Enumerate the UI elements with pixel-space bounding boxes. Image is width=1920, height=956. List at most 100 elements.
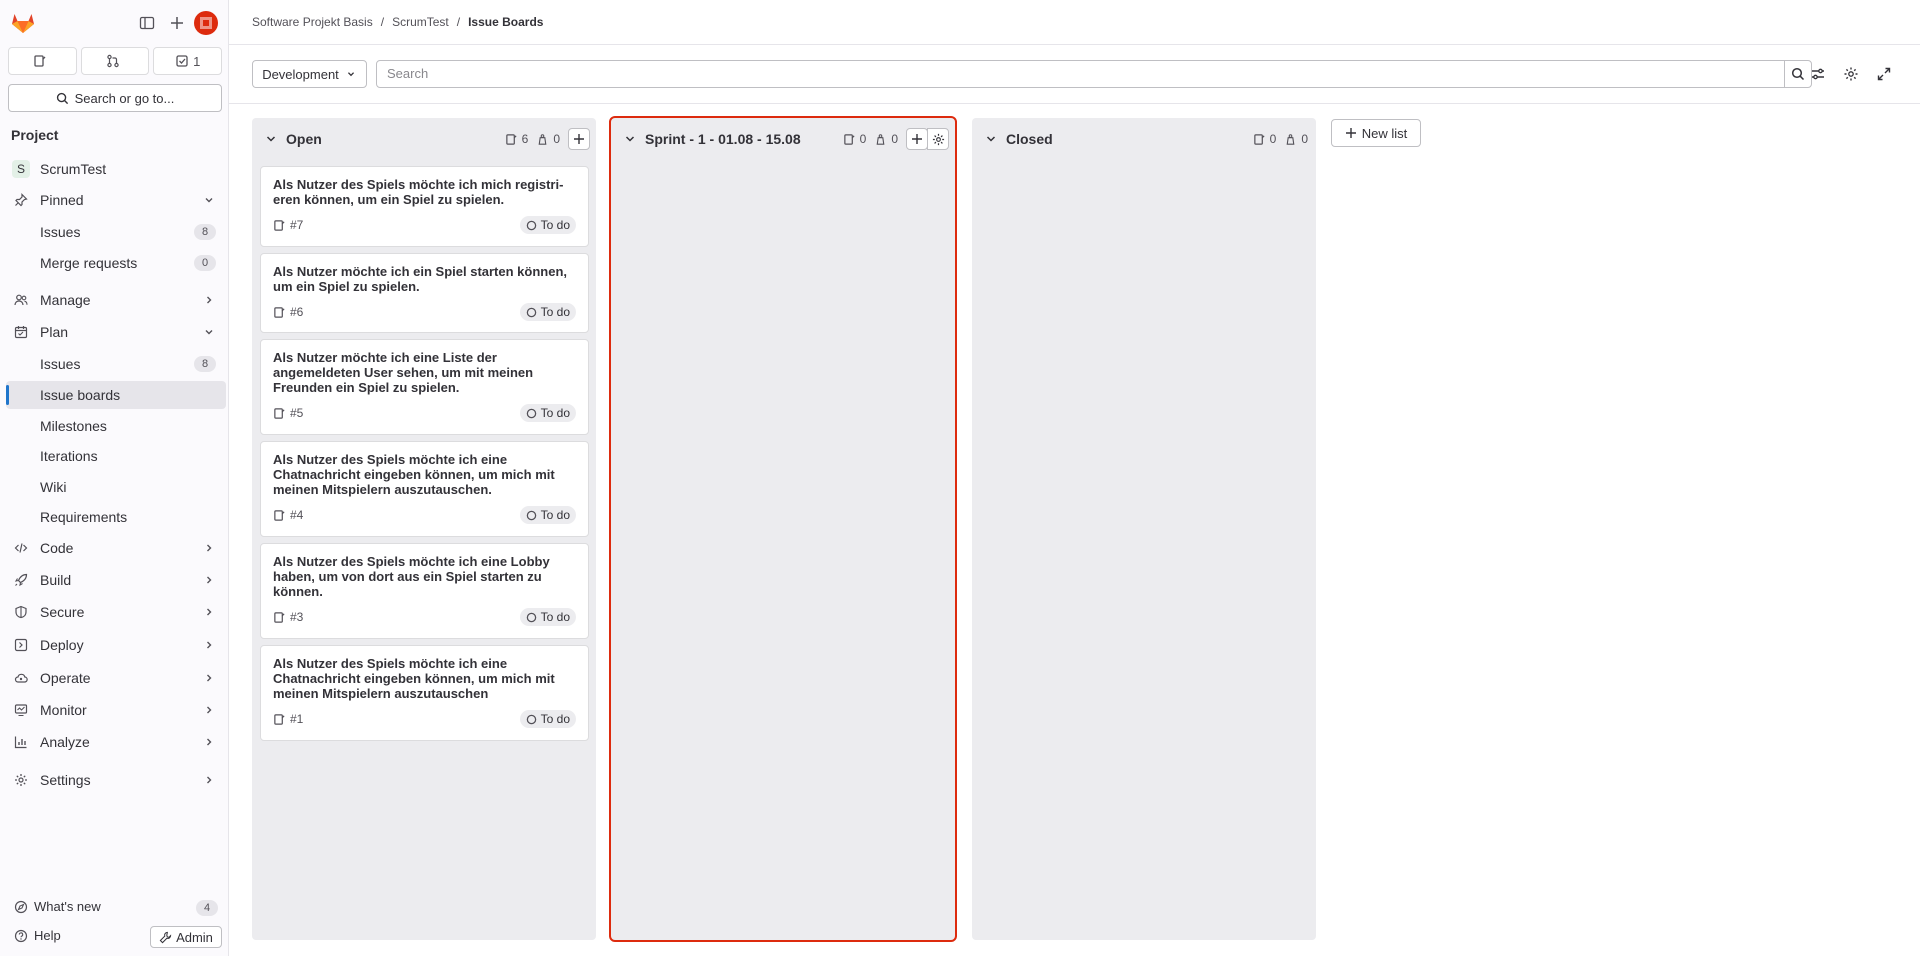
gitlab-logo-icon[interactable]	[10, 10, 36, 36]
gear-icon	[932, 133, 945, 146]
monitor-icon	[12, 701, 30, 719]
status-badge[interactable]: To do	[519, 404, 576, 422]
sidebar-item-secure[interactable]: Secure	[6, 598, 226, 626]
sidebar-item-plan[interactable]: Plan	[6, 318, 226, 346]
plus-icon	[1345, 127, 1357, 139]
user-avatar[interactable]	[194, 11, 218, 35]
issue-title[interactable]: Als Nutzer des Spiels möchte ich eine Lo…	[273, 554, 576, 599]
issue-count: 0	[843, 132, 866, 146]
plus-icon[interactable]	[166, 12, 188, 34]
admin-icon	[159, 931, 172, 944]
sidebar-item-pinned[interactable]: Pinned	[6, 186, 226, 214]
status-badge[interactable]: To do	[519, 710, 576, 728]
chevron-down-icon[interactable]	[984, 132, 998, 146]
rocket-icon	[12, 571, 30, 589]
board-list-title: Closed	[1006, 131, 1053, 147]
issue-number: #4	[290, 508, 304, 522]
sidebar-toggle-icon[interactable]	[136, 12, 158, 34]
status-badge[interactable]: To do	[519, 608, 576, 626]
issue-card[interactable]: Als Nutzer des Spiels möchte ich eine Ch…	[260, 645, 589, 741]
gear-icon	[12, 771, 30, 789]
sidebar-item-plan-issues[interactable]: Issues 8	[6, 350, 226, 378]
maximize-icon[interactable]	[1874, 64, 1894, 84]
merge-requests-tab[interactable]	[80, 47, 150, 75]
new-issue-button[interactable]	[568, 128, 590, 150]
sidebar-item-build[interactable]: Build	[6, 566, 226, 594]
sidebar-item-monitor[interactable]: Monitor	[6, 696, 226, 724]
plus-icon	[573, 133, 585, 145]
status-todo-icon	[526, 408, 537, 419]
users-icon	[12, 291, 30, 309]
sidebar-item-pinned-issues[interactable]: Issues 8	[6, 218, 226, 246]
breadcrumb-item[interactable]: ScrumTest	[392, 15, 449, 29]
new-list-button[interactable]: New list	[1331, 119, 1421, 147]
search-or-go-to-button[interactable]: Search or go to...	[8, 84, 222, 112]
breadcrumb-separator: /	[456, 15, 461, 29]
sidebar-item-milestones[interactable]: Milestones	[6, 412, 226, 440]
chevron-right-icon	[202, 638, 216, 652]
issue-card[interactable]: Als Nutzer möchte ich ein Spiel starten …	[260, 253, 589, 333]
merge-requests-count-badge: 0	[194, 255, 216, 271]
status-badge[interactable]: To do	[519, 303, 576, 321]
issue-card[interactable]: Als Nutzer des Spiels möchte ich mich re…	[260, 166, 589, 247]
project-avatar: S	[12, 160, 30, 178]
help-button[interactable]: Help	[14, 928, 61, 943]
todos-tab[interactable]: 1	[153, 47, 223, 75]
issue-title[interactable]: Als Nutzer des Spiels möchte ich mich re…	[273, 177, 576, 207]
sidebar-item-wiki[interactable]: Wiki	[6, 473, 226, 501]
list-settings-button[interactable]	[927, 128, 949, 150]
assigned-issues-tab[interactable]	[8, 47, 77, 75]
breadcrumb-current[interactable]: Issue Boards	[468, 15, 543, 29]
sidebar-item-requirements[interactable]: Requirements	[6, 503, 226, 531]
sidebar-item-project[interactable]: S ScrumTest	[6, 155, 226, 183]
status-todo-icon	[526, 510, 537, 521]
status-badge[interactable]: To do	[519, 216, 576, 234]
issue-title[interactable]: Als Nutzer des Spiels möchte ich eine Ch…	[273, 452, 576, 497]
chevron-right-icon	[202, 605, 216, 619]
whats-new-button[interactable]: What's new	[14, 899, 101, 914]
sidebar-item-iterations[interactable]: Iterations	[6, 442, 226, 470]
board-list-open: Open 6 0 Als Nutzer des Spiels möchte ic…	[252, 118, 596, 940]
board-list-header: Open 6 0	[252, 118, 596, 160]
chevron-right-icon	[202, 541, 216, 555]
issue-number: #7	[290, 218, 304, 232]
header-divider	[229, 44, 1920, 45]
issue-card[interactable]: Als Nutzer möchte ich eine Liste der ang…	[260, 339, 589, 435]
weight-count: 0	[536, 132, 560, 146]
sidebar-item-manage[interactable]: Manage	[6, 286, 226, 314]
sidebar-item-settings[interactable]: Settings	[6, 766, 226, 794]
chart-icon	[12, 733, 30, 751]
compass-icon	[14, 900, 28, 914]
sidebar-item-deploy[interactable]: Deploy	[6, 631, 226, 659]
plus-icon	[911, 133, 923, 145]
sidebar-item-code[interactable]: Code	[6, 534, 226, 562]
section-title-project: Project	[11, 127, 59, 143]
chevron-down-icon[interactable]	[264, 132, 278, 146]
issue-card[interactable]: Als Nutzer des Spiels möchte ich eine Ch…	[260, 441, 589, 537]
issue-count: 6	[505, 132, 528, 146]
board-selector-dropdown[interactable]: Development	[252, 60, 367, 88]
sidebar-item-operate[interactable]: Operate	[6, 664, 226, 692]
sidebar: 1 Search or go to... Project S ScrumTest…	[0, 0, 229, 956]
board-search-input[interactable]: Search	[376, 60, 1785, 88]
admin-button[interactable]: Admin	[150, 926, 222, 948]
board-settings-gear-icon[interactable]	[1841, 64, 1861, 84]
issues-icon	[843, 133, 856, 146]
sidebar-item-analyze[interactable]: Analyze	[6, 728, 226, 756]
status-badge[interactable]: To do	[519, 506, 576, 524]
issue-title[interactable]: Als Nutzer möchte ich eine Liste der ang…	[273, 350, 576, 395]
board-options-icon[interactable]	[1808, 64, 1828, 84]
new-issue-button[interactable]	[906, 128, 928, 150]
issue-card[interactable]: Als Nutzer des Spiels möchte ich eine Lo…	[260, 543, 589, 639]
board-list-closed: Closed 0 0	[972, 118, 1316, 940]
issue-type-icon	[273, 611, 286, 624]
status-todo-icon	[526, 612, 537, 623]
code-icon	[12, 539, 30, 557]
sidebar-item-pinned-merge-requests[interactable]: Merge requests 0	[6, 249, 226, 277]
chevron-down-icon[interactable]	[623, 132, 637, 146]
issue-title[interactable]: Als Nutzer des Spiels möchte ich eine Ch…	[273, 656, 576, 701]
sidebar-item-issue-boards[interactable]: Issue boards	[6, 381, 226, 409]
issue-title[interactable]: Als Nutzer möchte ich ein Spiel starten …	[273, 264, 576, 294]
breadcrumb-item[interactable]: Software Projekt Basis	[252, 15, 373, 29]
sidebar-tabs: 1	[8, 47, 223, 75]
